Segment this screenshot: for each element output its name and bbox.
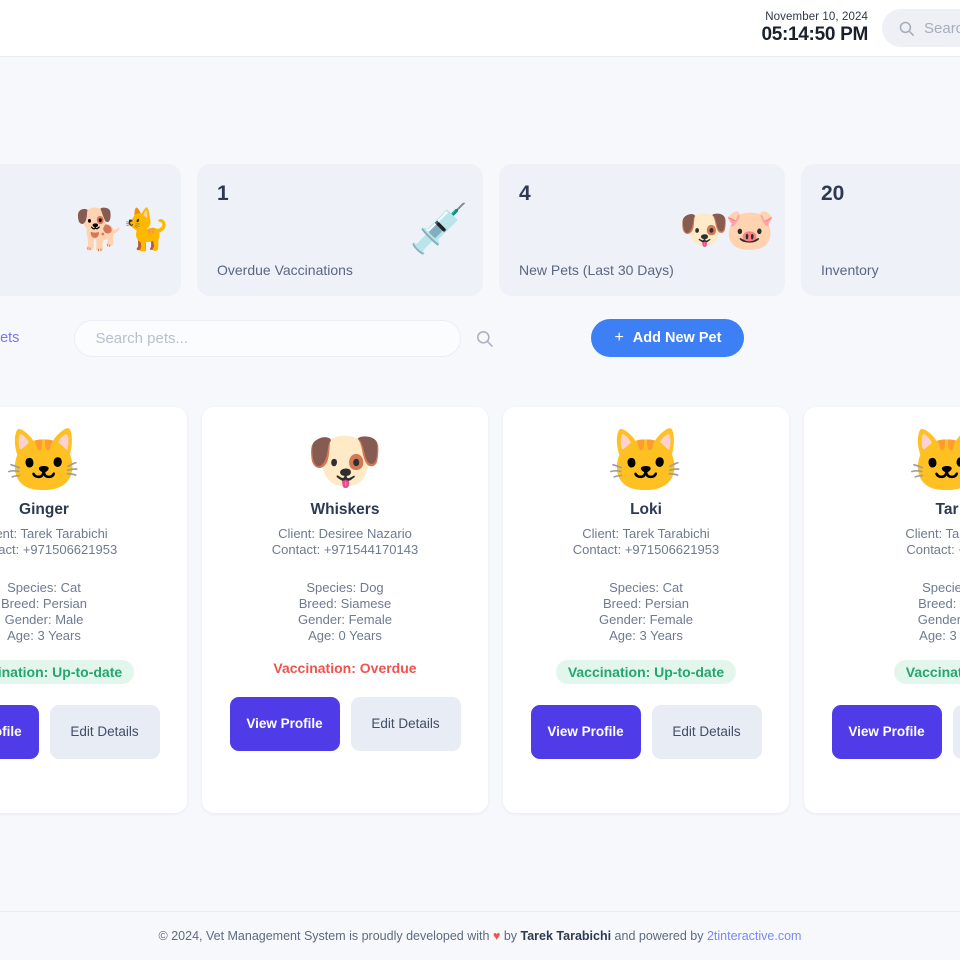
pet-breed: Breed: Persian: [603, 596, 689, 611]
header-time: 05:14:50 PM: [761, 24, 868, 45]
page-footer: © 2024, Vet Management System is proudly…: [0, 911, 960, 960]
edit-details-button[interactable]: Edit Details: [952, 705, 960, 759]
pet-card[interactable]: 🐱 Tar Client: Tarek T Contact: +971 Spec…: [804, 407, 960, 813]
view-profile-button[interactable]: View Profile: [0, 705, 39, 759]
pet-species: Species: Dog: [306, 580, 384, 595]
pet-breed: Breed: Siamese: [298, 596, 392, 611]
footer-middle: and powered by: [611, 929, 707, 943]
vaccination-status-badge: Vaccination:: [893, 660, 960, 684]
pet-contact: Contact: +971544170143: [271, 542, 419, 557]
header-search-input[interactable]: Search: [882, 9, 960, 47]
plus-icon: +: [614, 329, 624, 346]
pet-name: Whiskers: [310, 501, 380, 518]
pet-card-actions: View Profile Edit Details: [831, 705, 960, 759]
pets-toolbar: d › Pets Search pets... + Add New Pet: [0, 318, 960, 358]
edit-details-button[interactable]: Edit Details: [651, 705, 762, 759]
stat-card-new-pets[interactable]: 4 🐶🐷 New Pets (Last 30 Days): [499, 164, 785, 296]
view-profile-button[interactable]: View Profile: [229, 697, 340, 751]
pet-name: Loki: [630, 501, 662, 518]
pet-age: Age: 0 Years: [308, 628, 382, 643]
pet-contact: Contact: +971506621953: [0, 542, 118, 557]
pet-breed: Breed: Persian: [1, 596, 87, 611]
pet-avatar-icon: 🐶: [306, 427, 384, 496]
stat-label: Inventory: [821, 262, 879, 278]
vaccination-status-badge: Vaccination: Overdue: [273, 660, 417, 676]
pet-client: Client: Tarek Tarabichi: [0, 526, 108, 541]
pet-age: Age: 3 Ye: [919, 628, 960, 643]
breadcrumb: d › Pets: [0, 330, 19, 346]
stat-label: New Pets (Last 30 Days): [519, 262, 674, 278]
footer-author: Tarek Tarabichi: [520, 929, 612, 943]
pets-search-group: Search pets...: [74, 319, 494, 357]
footer-prefix: © 2024, Vet Management System is proudly…: [158, 929, 493, 943]
header-date: November 10, 2024: [765, 11, 868, 23]
add-new-pet-label: Add New Pet: [632, 330, 722, 346]
pet-attributes: Species: Dog Breed: Siamese Gender: Fema…: [298, 580, 392, 644]
pet-card-actions: View Profile Edit Details: [530, 705, 762, 759]
pet-gender: Gender: Female: [599, 612, 693, 627]
search-pets-placeholder: Search pets...: [95, 329, 188, 347]
pet-card[interactable]: 🐶 Whiskers Client: Desiree Nazario Conta…: [202, 407, 488, 813]
edit-details-button[interactable]: Edit Details: [49, 705, 160, 759]
pet-gender: Gender: Male: [4, 612, 84, 627]
pet-avatar-icon: 🐱: [5, 427, 83, 496]
pet-species: Species: Cat: [609, 580, 683, 595]
view-profile-button[interactable]: View Profile: [530, 705, 641, 759]
app-header: November 10, 2024 05:14:50 PM Search: [0, 0, 960, 57]
stats-row: 🐕🐈 1 💉 Overdue Vaccinations 4 🐶🐷 New Pet…: [0, 164, 960, 296]
stat-value: 20: [821, 182, 845, 205]
pet-age: Age: 3 Years: [609, 628, 683, 643]
pet-attributes: Species: Cat Breed: Persian Gender: Male…: [1, 580, 87, 644]
footer-link[interactable]: 2tinteractive.com: [707, 929, 801, 943]
pet-species: Species: Cat: [7, 580, 81, 595]
pet-contact: Contact: +971: [906, 542, 960, 557]
pet-client: Client: Desiree Nazario: [278, 526, 412, 541]
vaccination-status-badge: Vaccination: Up-to-date: [0, 660, 135, 684]
pet-contact: Contact: +971506621953: [572, 542, 720, 557]
pet-card[interactable]: 🐱 Ginger Client: Tarek Tarabichi Contact…: [0, 407, 187, 813]
pet-client: Client: Tarek T: [905, 526, 960, 541]
pet-age: Age: 3 Years: [7, 628, 81, 643]
pet-card-actions: View Profile Edit Details: [229, 697, 461, 751]
edit-details-button[interactable]: Edit Details: [350, 697, 461, 751]
stat-label: Overdue Vaccinations: [217, 262, 353, 278]
vaccine-syringe-illustration: 💉: [409, 203, 469, 256]
view-profile-button[interactable]: View Profile: [831, 705, 942, 759]
pet-client: Client: Tarek Tarabichi: [582, 526, 710, 541]
pet-breed: Breed: Pe: [918, 596, 960, 611]
footer-by: by: [500, 929, 521, 943]
pet-gender: Gender: Female: [298, 612, 392, 627]
stat-card-overdue-vaccinations[interactable]: 1 💉 Overdue Vaccinations: [197, 164, 483, 296]
pet-name: Ginger: [19, 501, 69, 518]
add-new-pet-button[interactable]: + Add New Pet: [591, 319, 745, 357]
breadcrumb-item-pets[interactable]: Pets: [0, 330, 19, 346]
pet-species: Species:: [922, 580, 960, 595]
pet-avatar-icon: 🐱: [607, 427, 685, 496]
header-search-placeholder: Search: [924, 19, 960, 37]
stat-card-inventory[interactable]: 20 Inventory: [801, 164, 960, 296]
pet-avatar-icon: 🐱: [908, 427, 960, 496]
stat-value: 4: [519, 182, 531, 205]
header-datetime: November 10, 2024 05:14:50 PM: [761, 10, 868, 46]
pet-card-actions: View Profile Edit Details: [0, 705, 160, 759]
pet-name: Tar: [935, 501, 959, 518]
vaccination-status-badge: Vaccination: Up-to-date: [555, 660, 737, 684]
pets-grid: 🐱 Ginger Client: Tarek Tarabichi Contact…: [0, 407, 960, 813]
footer-text: © 2024, Vet Management System is proudly…: [159, 929, 802, 943]
pet-card[interactable]: 🐱 Loki Client: Tarek Tarabichi Contact: …: [503, 407, 789, 813]
pet-attributes: Species: Cat Breed: Persian Gender: Fema…: [599, 580, 693, 644]
puppy-and-kitten-illustration: 🐶🐷: [679, 208, 775, 252]
pet-gender: Gender: F: [917, 612, 960, 627]
pet-attributes: Species: Breed: Pe Gender: F Age: 3 Ye: [918, 580, 960, 644]
dog-and-cat-illustration: 🐕🐈: [75, 208, 171, 252]
stat-card[interactable]: 🐕🐈: [0, 164, 181, 296]
search-pets-input[interactable]: Search pets...: [74, 319, 462, 357]
search-icon: [899, 21, 915, 36]
search-icon[interactable]: [475, 329, 494, 348]
